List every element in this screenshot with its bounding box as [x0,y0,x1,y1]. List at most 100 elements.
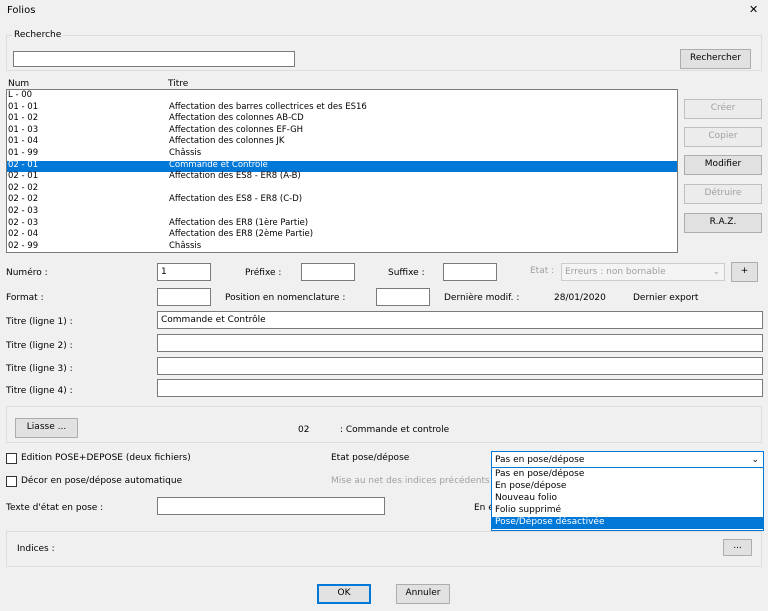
list-item[interactable]: L - 00 [7,91,677,102]
list-item[interactable]: 02 - 01 Affectation des ES8 - ER8 (A-B) [7,172,677,183]
list-item-titre: Affectation des barres collectrices et d… [169,101,367,112]
list-item[interactable]: 02 - 03 Affectation des ER8 (1ère Partie) [7,217,677,230]
list-item-titre: Affectation des colonnes JK [169,136,285,147]
list-item-titre: Châssis [169,148,202,158]
etat-label: Etat : [530,266,555,276]
list-item[interactable]: 02 - 02 Affectation des ES8 - ER8 (C-D) [7,195,677,206]
list-item-titre: Affectation des ES8 - ER8 (C-D) [169,194,303,205]
list-item-num: 01 - 99 [8,148,39,158]
list-item[interactable]: 02 - 99 Châssis [7,240,677,252]
edition-checkbox[interactable] [6,453,17,464]
mise-au-net-label: Mise au net des indices précédents [331,476,490,486]
list-item-num: 01 - 01 [8,101,39,112]
create-button[interactable]: Créer [684,99,762,119]
etat-pose-option[interactable]: Nouveau folio [492,493,763,505]
titre2-label: Titre (ligne 2) : [6,341,73,351]
etat-pose-label: Etat pose/dépose [331,453,410,463]
list-item-num: L - 00 [8,90,33,100]
etat-pose-dropdown[interactable]: Pas en pose/dépose En pose/dépose Nouvea… [491,467,764,531]
titre4-input[interactable] [157,379,763,397]
titre2-input[interactable] [157,334,763,352]
liasse-button[interactable]: Liasse ... [15,418,78,438]
decor-label: Décor en pose/dépose automatique [21,476,183,486]
window-title: Folios [7,5,36,16]
etat-pose-option[interactable]: Pas en pose/dépose [492,469,763,481]
format-input[interactable] [157,288,211,306]
position-input[interactable] [376,288,430,306]
folio-list[interactable]: L - 00 01 - 01 Affectation des barres coll… [6,89,678,253]
list-item-num: 02 - 03 [8,206,39,216]
list-item-titre: Châssis [169,240,202,251]
add-etat-button[interactable]: + [731,262,758,282]
etat-pose-option[interactable]: Folio supprimé [492,505,763,517]
list-item[interactable]: 01 - 02 Affectation des colonnes AB-CD [7,114,677,125]
list-item-num: 02 - 02 [8,182,39,193]
indices-group [6,531,762,567]
list-item-num: 01 - 04 [8,136,39,147]
copy-button[interactable]: Copier [684,127,762,147]
chevron-down-icon: ⌄ [712,267,720,277]
prefixe-label: Préfixe : [245,268,282,278]
texte-etat-label: Texte d'état en pose : [6,503,104,513]
list-item[interactable]: 01 - 04 Affectation des colonnes JK [7,137,677,148]
decor-checkbox[interactable] [6,476,17,487]
suffixe-input[interactable] [443,263,497,281]
titre1-label: Titre (ligne 1) : [6,317,73,327]
modify-button[interactable]: Modifier [684,155,762,175]
liasse-name: : Commande et controle [340,425,450,435]
prefixe-input[interactable] [301,263,355,281]
list-item-titre: Affectation des colonnes AB-CD [169,113,304,124]
raz-button[interactable]: R.A.Z. [684,213,762,233]
position-label: Position en nomenclature : [225,293,346,303]
list-item-num: 01 - 02 [8,113,39,124]
list-item-titre: Affectation des ER8 (2ème Partie) [169,229,314,240]
list-item-num: 02 - 01 [8,159,39,170]
etat-pose-select-value: Pas en pose/dépose [495,455,585,465]
titre1-input[interactable]: Commande et Contrôle [157,311,763,329]
etat-select[interactable]: Erreurs : non bornable ⌄ [561,263,725,281]
delete-button[interactable]: Détruire [684,184,762,204]
list-item[interactable]: 01 - 99 Châssis [7,149,677,160]
numero-input[interactable]: 1 [157,263,211,281]
list-item[interactable]: 02 - 03 [7,207,677,218]
search-input[interactable] [13,51,295,67]
list-item-titre: Affectation des ER8 (1ère Partie) [169,217,309,228]
folios-dialog: Folios ✕ Recherche Rechercher Num Titre … [0,0,768,611]
texte-etat-input[interactable] [157,497,385,515]
list-item[interactable]: 02 - 04 Affectation des ER8 (2ème Partie) [7,230,677,241]
liasse-num: 02 [298,425,310,435]
titre3-label: Titre (ligne 3) : [6,364,73,374]
chevron-down-icon: ⌄ [751,455,759,465]
derniere-modif-value: 28/01/2020 [554,293,606,303]
list-item-num: 02 - 01 [8,171,39,182]
list-item-num: 01 - 03 [8,124,39,135]
derniere-modif-label: Dernière modif. : [444,293,520,303]
titre3-input[interactable] [157,357,763,375]
list-item-titre: Commande et Contrôle [169,159,268,170]
etat-select-value: Erreurs : non bornable [565,267,666,277]
titre4-label: Titre (ligne 4) : [6,386,73,396]
etat-pose-option[interactable]: En pose/dépose [492,481,763,493]
suffixe-label: Suffixe : [388,268,425,278]
list-item[interactable]: 01 - 01 Affectation des barres collectric… [7,101,677,114]
list-item-num: 02 - 99 [8,240,39,251]
edition-label: Edition POSE+DEPOSE (deux fichiers) [21,453,191,463]
list-item-num: 02 - 02 [8,194,39,205]
search-button[interactable]: Rechercher [680,49,751,69]
indices-label: Indices : [17,544,55,554]
list-item[interactable]: 01 - 03 Affectation des colonnes EF-GH [7,124,677,137]
list-item-selected[interactable]: 02 - 01 Commande et Contrôle [7,159,677,172]
close-icon[interactable]: ✕ [749,4,758,16]
format-label: Format : [6,293,44,303]
etat-pose-option-selected[interactable]: Pose/Dépose désactivée [492,517,763,529]
list-item-num: 02 - 03 [8,217,39,228]
list-item-titre: Affectation des colonnes EF-GH [169,124,304,135]
search-group-label: Recherche [12,29,64,41]
numero-label: Numéro : [6,268,48,278]
indices-button[interactable]: ... [723,539,752,556]
list-item-titre: Affectation des ES8 - ER8 (A-B) [169,171,301,182]
ok-button[interactable]: OK [317,584,371,604]
dernier-export-label: Dernier export [633,293,699,303]
cancel-button[interactable]: Annuler [396,584,450,604]
list-item[interactable]: 02 - 02 [7,182,677,195]
